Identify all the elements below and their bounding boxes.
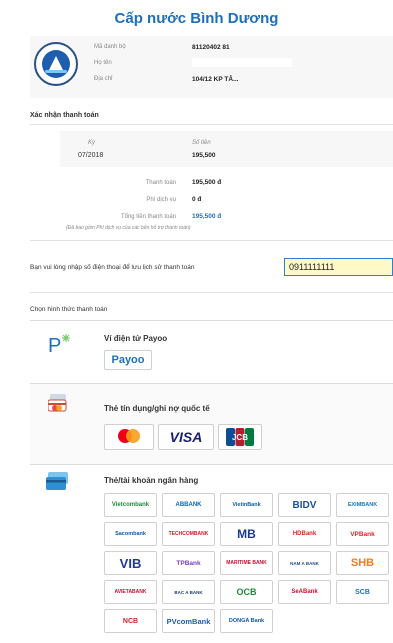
customer-name-value: [192, 58, 292, 67]
amount-value: 195,500: [192, 152, 216, 159]
bank-tile-bac-a-bank[interactable]: BAC A BANK: [162, 580, 215, 604]
bank-tile-ncb[interactable]: NCB: [104, 609, 157, 633]
bank-tile-donga-bank[interactable]: DONGA Bank: [220, 609, 273, 633]
fee-note: (Đã bao gồm Phí dịch vụ của các bên hỗ t…: [66, 225, 191, 231]
amount-label: Số tiền: [192, 140, 211, 146]
bank-tile-ocb[interactable]: OCB: [220, 580, 273, 604]
payoo-tile[interactable]: Payoo: [104, 350, 152, 370]
fee-value: 0 đ: [192, 196, 202, 203]
mastercard-tile[interactable]: [104, 424, 154, 450]
bank-tile-bidv[interactable]: BIDV: [278, 493, 331, 517]
customer-code-value: 81120402 81: [192, 44, 230, 51]
card-title: Thẻ tín dụng/ghi nợ quốc tế: [104, 404, 210, 413]
period-amount-panel: [60, 131, 393, 167]
bank-tile-vpbank[interactable]: VPBank: [336, 522, 389, 546]
credit-card-icon: [47, 394, 70, 414]
total-value: 195,500 đ: [192, 213, 222, 220]
mastercard-logo-icon: [118, 429, 140, 443]
bank-tile-vietcombank[interactable]: Vietcombank: [104, 493, 157, 517]
bank-tile-shb[interactable]: SHB: [336, 551, 389, 575]
payment-value: 195,500 đ: [192, 179, 222, 186]
bank-tile-scb[interactable]: SCB: [336, 580, 389, 604]
bank-tile-eximbank[interactable]: EXIMBANK: [336, 493, 389, 517]
page-title: Cấp nước Bình Dương: [114, 10, 279, 27]
period-label: Kỳ: [88, 140, 96, 146]
bank-tile-tpbank[interactable]: TPBank: [162, 551, 215, 575]
bank-tile-pvcombank[interactable]: PVcomBank: [162, 609, 215, 633]
bank-tile-vib[interactable]: VIB: [104, 551, 157, 575]
bank-tile-nam-a-bank[interactable]: NAM A BANK: [278, 551, 331, 575]
bank-tile-seabank[interactable]: SeABank: [278, 580, 331, 604]
total-label: Tổng tiền thanh toán: [120, 214, 176, 220]
visa-tile[interactable]: VISA: [158, 424, 214, 450]
bank-tile-mb[interactable]: MB: [220, 522, 273, 546]
bank-tile-vietinbank[interactable]: VietinBank: [220, 493, 273, 517]
bank-tile-techcombank[interactable]: TECHCOMBANK: [162, 522, 215, 546]
payment-label: Thanh toán: [145, 180, 176, 186]
customer-address-label: Địa chỉ: [94, 76, 113, 82]
bank-tile-hdbank[interactable]: HDBank: [278, 522, 331, 546]
bank-card-icon: [46, 472, 70, 492]
period-value: 07/2018: [78, 152, 104, 159]
svg-text:P: P: [48, 335, 61, 357]
phone-prompt: Bạn vui lòng nhập số điện thoại để lưu l…: [30, 264, 195, 271]
fee-label: Phí dịch vụ: [146, 197, 176, 203]
svg-text:JCB: JCB: [232, 433, 248, 442]
confirm-heading: Xác nhận thanh toán: [30, 112, 99, 119]
customer-address-value: 104/12 KP TÂ...: [192, 76, 239, 83]
ewallet-title: Ví điện tử Payoo: [104, 334, 168, 343]
jcb-tile[interactable]: JCB: [218, 424, 262, 450]
water-logo-icon: [34, 42, 78, 86]
customer-name-label: Họ tên: [94, 60, 112, 66]
payoo-icon: P: [46, 330, 74, 358]
phone-input[interactable]: [284, 258, 393, 276]
bank-tile-maritime-bank[interactable]: MARITIME BANK: [220, 551, 273, 575]
methods-heading: Chọn hình thức thanh toán: [30, 306, 108, 313]
bank-tile-sacombank[interactable]: Sacombank: [104, 522, 157, 546]
customer-code-label: Mã danh bộ: [94, 44, 126, 50]
bank-tile-avietabank[interactable]: AVIETABANK: [104, 580, 157, 604]
bank-tile-abbank[interactable]: ABBANK: [162, 493, 215, 517]
jcb-logo-icon: JCB: [226, 428, 254, 446]
ewallet-method[interactable]: [30, 320, 393, 383]
bank-title: Thẻ/tài khoản ngân hàng: [104, 476, 199, 485]
